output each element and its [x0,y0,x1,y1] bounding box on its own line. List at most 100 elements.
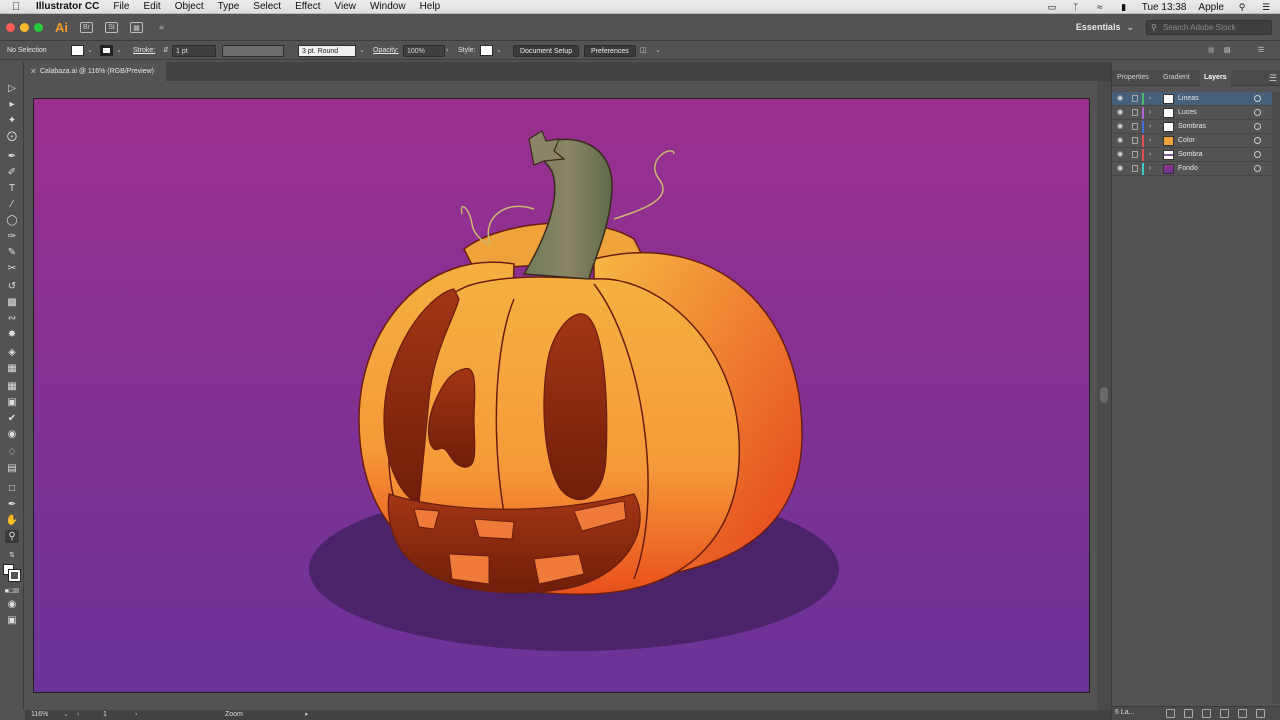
eyedropper-tool-icon[interactable]: ✔ [5,412,19,425]
control-panel-menu-icon[interactable]: ☰ [1258,45,1264,57]
layer-name[interactable]: Sombras [1178,120,1206,134]
scale-tool-icon[interactable]: ▩ [5,296,19,309]
lock-icon[interactable] [1132,109,1138,116]
arrange-documents-icon[interactable]: ▦ [130,22,143,33]
wifi-icon[interactable]: ≈ [1094,2,1106,12]
layer-row[interactable]: ◉ › Sombras [1112,120,1272,134]
gpu-performance-icon[interactable]: ⚛ [155,22,168,33]
line-segment-tool-icon[interactable]: ∕ [5,198,19,211]
spotlight-icon[interactable]: ⚲ [1236,2,1248,12]
brush-definition[interactable]: 3 pt. Round [298,45,356,57]
minimize-window-button[interactable] [20,23,29,32]
locate-object-icon[interactable] [1184,709,1193,718]
bridge-icon[interactable]: Br [80,22,93,33]
layer-name[interactable]: Fondo [1178,162,1198,176]
delete-layer-icon[interactable] [1256,709,1265,718]
previous-artboard-icon[interactable]: ‹ [77,710,79,720]
symbol-sprayer-tool-icon[interactable]: ♢ [5,446,19,459]
stroke-label[interactable]: Stroke: [133,45,155,57]
tab-gradient[interactable]: Gradient [1163,70,1190,86]
puppet-warp-tool-icon[interactable]: ✸ [5,328,19,341]
perspective-grid-tool-icon[interactable]: ▦ [5,362,19,375]
expand-arrow-icon[interactable]: › [1149,134,1151,148]
mesh-tool-icon[interactable]: ▦ [5,380,19,393]
menu-edit[interactable]: Edit [143,1,160,12]
notification-center-icon[interactable]: ☰ [1260,2,1272,12]
arrange-dropdown-icon[interactable]: ⌄ [655,45,661,57]
tab-properties[interactable]: Properties [1117,70,1149,86]
variable-width-profile[interactable] [222,45,284,57]
canvas-area[interactable] [25,81,1097,710]
close-icon[interactable]: ✕ [30,62,37,81]
layer-target-icon[interactable] [1254,95,1261,102]
status-menu-icon[interactable]: ▸ [305,710,309,720]
layer-target-icon[interactable] [1254,123,1261,130]
menu-type[interactable]: Type [218,1,240,12]
column-graph-tool-icon[interactable]: ▤ [5,462,19,475]
layer-name[interactable]: Lineas [1178,92,1199,106]
stock-icon[interactable]: St [105,22,118,33]
slice-tool-icon[interactable]: ✒ [5,498,19,511]
artboard[interactable] [33,98,1090,693]
lasso-tool-icon[interactable]: ⨀ [5,130,19,143]
layer-row[interactable]: ◉ › Color [1112,134,1272,148]
stroke-weight-field[interactable]: 1 pt [172,45,216,57]
menu-select[interactable]: Select [253,1,281,12]
visibility-eye-icon[interactable]: ◉ [1117,122,1126,131]
fill-swatch[interactable] [71,45,84,56]
brush-dropdown-icon[interactable]: ⌄ [359,45,365,57]
zoom-level[interactable]: 116% [31,710,48,720]
app-menu[interactable]: Illustrator CC [36,1,99,12]
expand-arrow-icon[interactable]: › [1149,148,1151,162]
layer-name[interactable]: Luces [1178,106,1197,120]
rotate-tool-icon[interactable]: ↺ [5,280,19,293]
apple-icon[interactable]:  [12,1,26,13]
lock-icon[interactable] [1132,123,1138,130]
paintbrush-tool-icon[interactable]: ✑ [5,230,19,243]
pen-tool-icon[interactable]: ✒ [5,150,19,163]
style-dropdown-icon[interactable]: ⌄ [496,45,502,57]
zoom-dropdown-icon[interactable]: ⌄ [63,710,69,720]
layer-target-icon[interactable] [1254,109,1261,116]
tab-layers[interactable]: Layers [1200,70,1231,86]
expand-arrow-icon[interactable]: › [1149,106,1151,120]
expand-arrow-icon[interactable]: › [1149,162,1151,176]
stroke-stepper-icon[interactable]: ⇵ [163,45,169,57]
align-icon[interactable]: ▦ [1208,45,1215,57]
make-clipping-mask-icon[interactable] [1202,709,1211,718]
menu-window[interactable]: Window [370,1,406,12]
type-tool-icon[interactable]: T [5,182,19,195]
layer-target-icon[interactable] [1254,165,1261,172]
visibility-eye-icon[interactable]: ◉ [1117,150,1126,159]
swap-fill-stroke-icon[interactable]: ⇅ [5,548,19,561]
shape-builder-tool-icon[interactable]: ◈ [5,346,19,359]
color-mode-icon[interactable]: ■□☒ [5,584,20,597]
panel-scrollbar[interactable] [1272,92,1280,704]
layer-row[interactable]: ◉ › Fondo [1112,162,1272,176]
new-sublayer-icon[interactable] [1220,709,1229,718]
menu-object[interactable]: Object [175,1,204,12]
artboard-number[interactable]: 1 [103,710,107,720]
pencil-tool-icon[interactable]: ✎ [5,246,19,259]
zoom-window-button[interactable] [34,23,43,32]
ellipse-tool-icon[interactable]: ◯ [5,214,19,227]
warp-tool-icon[interactable]: ∾ [5,312,19,325]
lock-icon[interactable] [1132,151,1138,158]
opacity-field[interactable]: 100% [403,45,445,57]
visibility-eye-icon[interactable]: ◉ [1117,164,1126,173]
visibility-eye-icon[interactable]: ◉ [1117,108,1126,117]
arrange-icon[interactable]: ◫ [640,45,647,57]
menu-file[interactable]: File [113,1,129,12]
next-artboard-icon[interactable]: › [135,710,137,720]
new-layer-icon[interactable] [1238,709,1247,718]
layer-row[interactable]: ◉ › Lineas [1112,92,1272,106]
expand-arrow-icon[interactable]: › [1149,92,1151,106]
visibility-eye-icon[interactable]: ◉ [1117,136,1126,145]
user-menu[interactable]: Apple [1198,2,1224,13]
stroke-swatch[interactable] [100,45,113,56]
curvature-tool-icon[interactable]: ✐ [5,166,19,179]
layer-row[interactable]: ◉ › Sombra [1112,148,1272,162]
export-icon[interactable] [1166,709,1175,718]
panel-menu-icon[interactable]: ☰ [1269,70,1277,86]
stock-search-input[interactable]: ⚲ Search Adobe Stock [1146,20,1272,35]
